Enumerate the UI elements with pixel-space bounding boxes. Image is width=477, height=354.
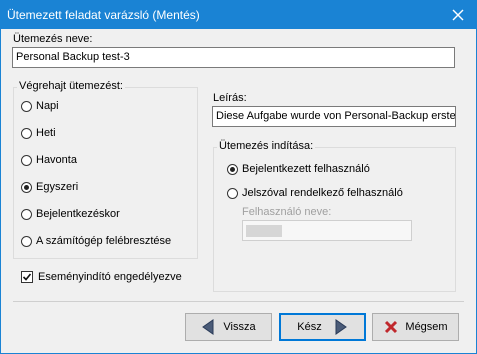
radio-once[interactable]: Egyszeri xyxy=(21,179,78,195)
event-trigger-checkbox-box[interactable] xyxy=(21,271,33,283)
radio-daily-label: Napi xyxy=(36,100,59,112)
cancel-button-label: Mégsem xyxy=(405,321,448,333)
checkmark-icon xyxy=(22,273,32,281)
window-title: Ütemezett feladat varázsló (Mentés) xyxy=(7,8,200,22)
dialog-window: Ütemezett feladat varázsló (Mentés) Ütem… xyxy=(0,0,477,354)
username-input[interactable] xyxy=(242,220,412,241)
username-label: Felhasználó neve: xyxy=(242,206,332,218)
back-button-label: Vissza xyxy=(223,321,256,333)
radio-wake-computer-button[interactable] xyxy=(21,235,32,247)
finish-button-label: Kész xyxy=(297,321,322,333)
radio-at-logon-button[interactable] xyxy=(21,208,32,220)
radio-once-label: Egyszeri xyxy=(36,181,79,193)
radio-password-user[interactable]: Jelszóval rendelkező felhasználó xyxy=(227,185,403,201)
radio-logged-on-user[interactable]: Bejelentkezett felhasználó xyxy=(227,161,370,177)
arrow-right-icon xyxy=(334,319,348,335)
finish-button[interactable]: Kész xyxy=(279,313,366,341)
schedule-name-label: Ütemezés neve: xyxy=(13,33,93,45)
radio-daily[interactable]: Napi xyxy=(21,98,59,114)
description-label: Leírás: xyxy=(213,92,247,104)
radio-at-logon-label: Bejelentkezéskor xyxy=(36,208,120,220)
radio-logged-on-user-label: Bejelentkezett felhasználó xyxy=(242,163,370,175)
radio-at-logon[interactable]: Bejelentkezéskor xyxy=(21,206,120,222)
radio-monthly[interactable]: Havonta xyxy=(21,152,77,168)
title-bar[interactable]: Ütemezett feladat varázsló (Mentés) xyxy=(1,1,476,29)
event-trigger-checkbox[interactable]: Eseményindító engedélyezve xyxy=(21,271,182,283)
close-icon[interactable] xyxy=(446,3,470,27)
radio-monthly-button[interactable] xyxy=(21,154,32,166)
arrow-left-icon xyxy=(201,319,215,335)
execute-schedule-legend: Végrehajt ütemezést: xyxy=(17,80,125,92)
radio-password-user-button[interactable] xyxy=(227,187,238,199)
radio-logged-on-user-button[interactable] xyxy=(227,163,238,175)
schedule-start-legend: Ütemezés indítása: xyxy=(217,140,316,152)
radio-weekly[interactable]: Heti xyxy=(21,125,56,141)
username-value-redacted xyxy=(246,225,282,237)
radio-once-button[interactable] xyxy=(21,181,32,193)
radio-wake-computer-label: A számítógép felébresztése xyxy=(36,235,172,247)
red-x-icon xyxy=(383,319,399,335)
radio-daily-button[interactable] xyxy=(21,100,32,112)
radio-weekly-label: Heti xyxy=(36,127,56,139)
description-input[interactable]: Diese Aufgabe wurde von Personal-Backup … xyxy=(212,106,456,127)
back-button[interactable]: Vissza xyxy=(185,313,272,341)
cancel-button[interactable]: Mégsem xyxy=(372,313,459,341)
radio-wake-computer[interactable]: A számítógép felébresztése xyxy=(21,233,171,249)
event-trigger-label: Eseményindító engedélyezve xyxy=(38,271,182,283)
radio-weekly-button[interactable] xyxy=(21,127,32,139)
radio-password-user-label: Jelszóval rendelkező felhasználó xyxy=(242,187,403,199)
radio-monthly-label: Havonta xyxy=(36,154,77,166)
schedule-name-input[interactable]: Personal Backup test-3 xyxy=(12,47,455,68)
divider xyxy=(13,301,464,302)
